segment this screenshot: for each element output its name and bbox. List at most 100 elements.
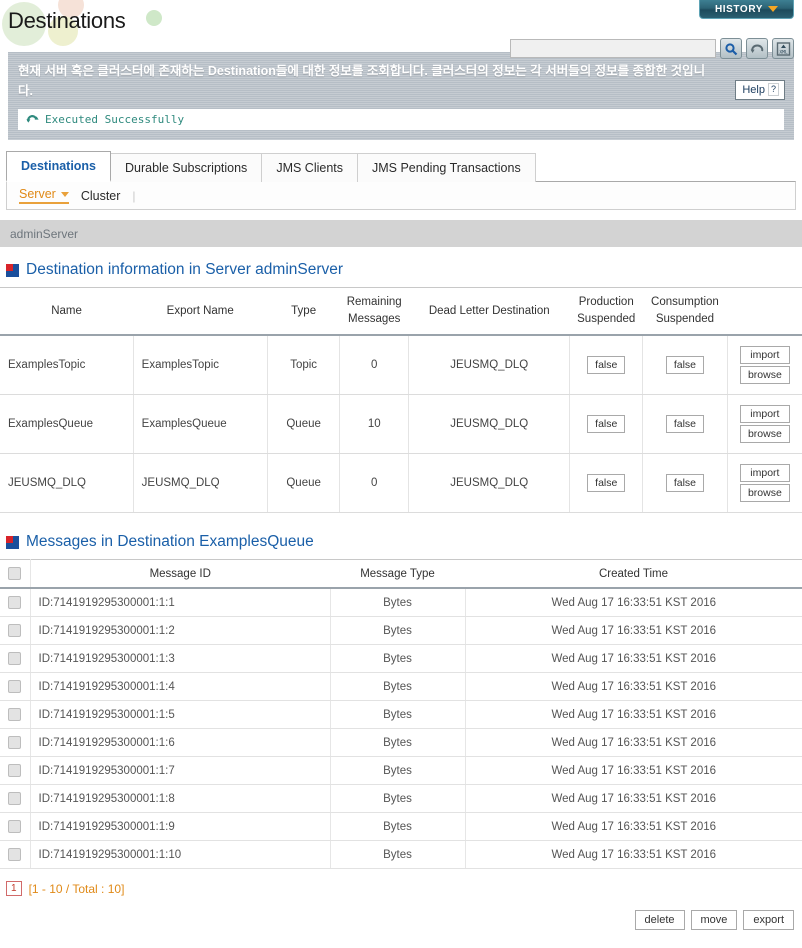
browse-button[interactable]: browse: [739, 425, 790, 443]
browse-button[interactable]: browse: [739, 366, 790, 384]
cell-select: [0, 784, 31, 813]
cell-message-id: ID:7141919295300001:1:2: [30, 616, 331, 645]
action-button-stack: import browse: [736, 346, 794, 384]
cell-name: ExamplesQueue: [0, 394, 134, 454]
table-row: ID:7141919295300001:1:8 Bytes Wed Aug 17 1…: [0, 784, 802, 813]
row-checkbox[interactable]: [8, 820, 22, 833]
column-header-remaining-messages: Remaining Messages: [339, 287, 409, 336]
column-header-line: Messages: [348, 313, 401, 325]
cell-created-time: Wed Aug 17 16:33:51 KST 2016: [465, 700, 802, 729]
cell-dead-letter-destination: JEUSMQ_DLQ: [408, 335, 571, 395]
column-header-consumption-suspended: Consumption Suspended: [642, 287, 728, 336]
browse-button[interactable]: browse: [739, 484, 790, 502]
row-checkbox[interactable]: [8, 680, 22, 693]
cell-remaining-messages: 0: [339, 335, 410, 395]
import-button[interactable]: import: [739, 346, 790, 364]
cell-message-id: ID:7141919295300001:1:6: [30, 728, 331, 757]
row-checkbox[interactable]: [8, 764, 22, 777]
column-header-line: Consumption: [651, 296, 719, 308]
refresh-icon[interactable]: [746, 38, 768, 59]
section-marker-icon: [6, 535, 19, 549]
help-button[interactable]: Help ?: [735, 80, 785, 100]
refresh-success-icon: [26, 115, 39, 123]
cell-message-type: Bytes: [330, 616, 466, 645]
messages-action-buttons: delete move export: [0, 910, 794, 930]
consumption-suspended-toggle[interactable]: false: [665, 415, 705, 433]
sub-navigation: Server Cluster |: [6, 181, 796, 210]
page-number-1[interactable]: 1: [6, 881, 22, 896]
table-row: ExamplesTopic ExamplesTopic Topic 0 JEUSMQ_D…: [0, 335, 802, 395]
row-checkbox[interactable]: [8, 624, 22, 637]
subnav-item-cluster-label: Cluster: [80, 188, 121, 203]
cell-remaining-messages: 10: [339, 394, 410, 454]
column-header-line: Dead Letter Destination: [428, 304, 550, 317]
messages-table-body: ID:7141919295300001:1:1 Bytes Wed Aug 17 1…: [0, 588, 802, 869]
cell-actions: import browse: [727, 394, 802, 454]
production-suspended-toggle[interactable]: false: [587, 356, 626, 374]
row-checkbox[interactable]: [8, 708, 22, 721]
row-checkbox[interactable]: [8, 848, 22, 861]
cell-remaining-messages: 0: [339, 453, 410, 513]
cell-select: [0, 728, 31, 757]
column-header-message-id: Message ID: [30, 559, 330, 589]
cell-message-id: ID:7141919295300001:1:9: [30, 812, 331, 841]
production-suspended-toggle[interactable]: false: [587, 415, 626, 433]
column-header-export-name: Export Name: [133, 287, 268, 336]
cell-message-id: ID:7141919295300001:1:5: [30, 700, 331, 729]
cell-message-type: Bytes: [330, 644, 466, 673]
row-checkbox[interactable]: [8, 652, 22, 665]
subnav-item-server[interactable]: Server: [19, 187, 69, 204]
subnav-item-cluster[interactable]: Cluster: [81, 189, 121, 203]
tab-destinations[interactable]: Destinations: [6, 151, 112, 182]
column-header-line: Suspended: [655, 313, 715, 325]
xml-export-icon[interactable]: XML: [772, 38, 794, 59]
import-button[interactable]: import: [739, 405, 790, 423]
import-button[interactable]: import: [739, 464, 790, 482]
column-header-actions: [727, 287, 802, 336]
production-suspended-toggle[interactable]: false: [587, 474, 626, 492]
tab-list: Destinations Durable Subscriptions JMS Cli…: [6, 150, 802, 182]
search-input[interactable]: [510, 39, 716, 58]
cell-type: Topic: [267, 335, 341, 395]
question-mark-icon: ?: [767, 83, 779, 96]
move-button[interactable]: move: [690, 910, 738, 930]
cell-select: [0, 700, 31, 729]
cell-created-time: Wed Aug 17 16:33:51 KST 2016: [465, 616, 802, 645]
chevron-down-icon: [60, 191, 69, 197]
consumption-suspended-toggle[interactable]: false: [665, 474, 705, 492]
tab-jms-clients[interactable]: JMS Clients: [261, 153, 358, 182]
cell-consumption-suspended: false: [642, 335, 728, 395]
action-button-stack: import browse: [736, 464, 794, 502]
cell-export-name: JEUSMQ_DLQ: [133, 453, 268, 513]
cell-message-type: Bytes: [330, 784, 466, 813]
row-checkbox[interactable]: [8, 736, 22, 749]
row-checkbox[interactable]: [8, 596, 22, 609]
column-header-message-type: Message Type: [330, 559, 465, 589]
search-icon[interactable]: [720, 38, 742, 59]
delete-button[interactable]: delete: [634, 910, 685, 930]
cell-message-type: Bytes: [330, 728, 466, 757]
cell-select: [0, 756, 31, 785]
messages-section-title: Messages in Destination ExamplesQueue: [26, 533, 314, 550]
cell-message-type: Bytes: [330, 672, 466, 701]
tab-label: Durable Subscriptions: [125, 161, 248, 175]
consumption-suspended-toggle[interactable]: false: [665, 356, 705, 374]
cell-created-time: Wed Aug 17 16:33:51 KST 2016: [465, 756, 802, 785]
export-button[interactable]: export: [743, 910, 794, 930]
cell-message-type: Bytes: [330, 756, 466, 785]
cell-message-id: ID:7141919295300001:1:8: [30, 784, 331, 813]
row-checkbox[interactable]: [8, 792, 22, 805]
column-header-name: Name: [0, 287, 134, 336]
status-bar: Executed Successfully: [18, 109, 784, 130]
table-row: JEUSMQ_DLQ JEUSMQ_DLQ Queue 0 JEUSMQ_DLQ fals…: [0, 453, 802, 513]
column-header-line: Production: [578, 296, 634, 308]
cell-select: [0, 644, 31, 673]
select-all-checkbox[interactable]: [8, 567, 22, 580]
destinations-table-head: Name Export Name Type Remaining Messages Dead…: [0, 287, 802, 336]
tab-jms-pending-transactions[interactable]: JMS Pending Transactions: [357, 153, 536, 182]
tab-bar: Destinations Durable Subscriptions JMS Cli…: [0, 150, 802, 210]
table-row: ExamplesQueue ExamplesQueue Queue 10 JEUSMQ_…: [0, 394, 802, 454]
server-context-bar: adminServer: [0, 220, 802, 247]
column-header-created-time: Created Time: [465, 559, 802, 589]
tab-durable-subscriptions[interactable]: Durable Subscriptions: [110, 153, 263, 182]
